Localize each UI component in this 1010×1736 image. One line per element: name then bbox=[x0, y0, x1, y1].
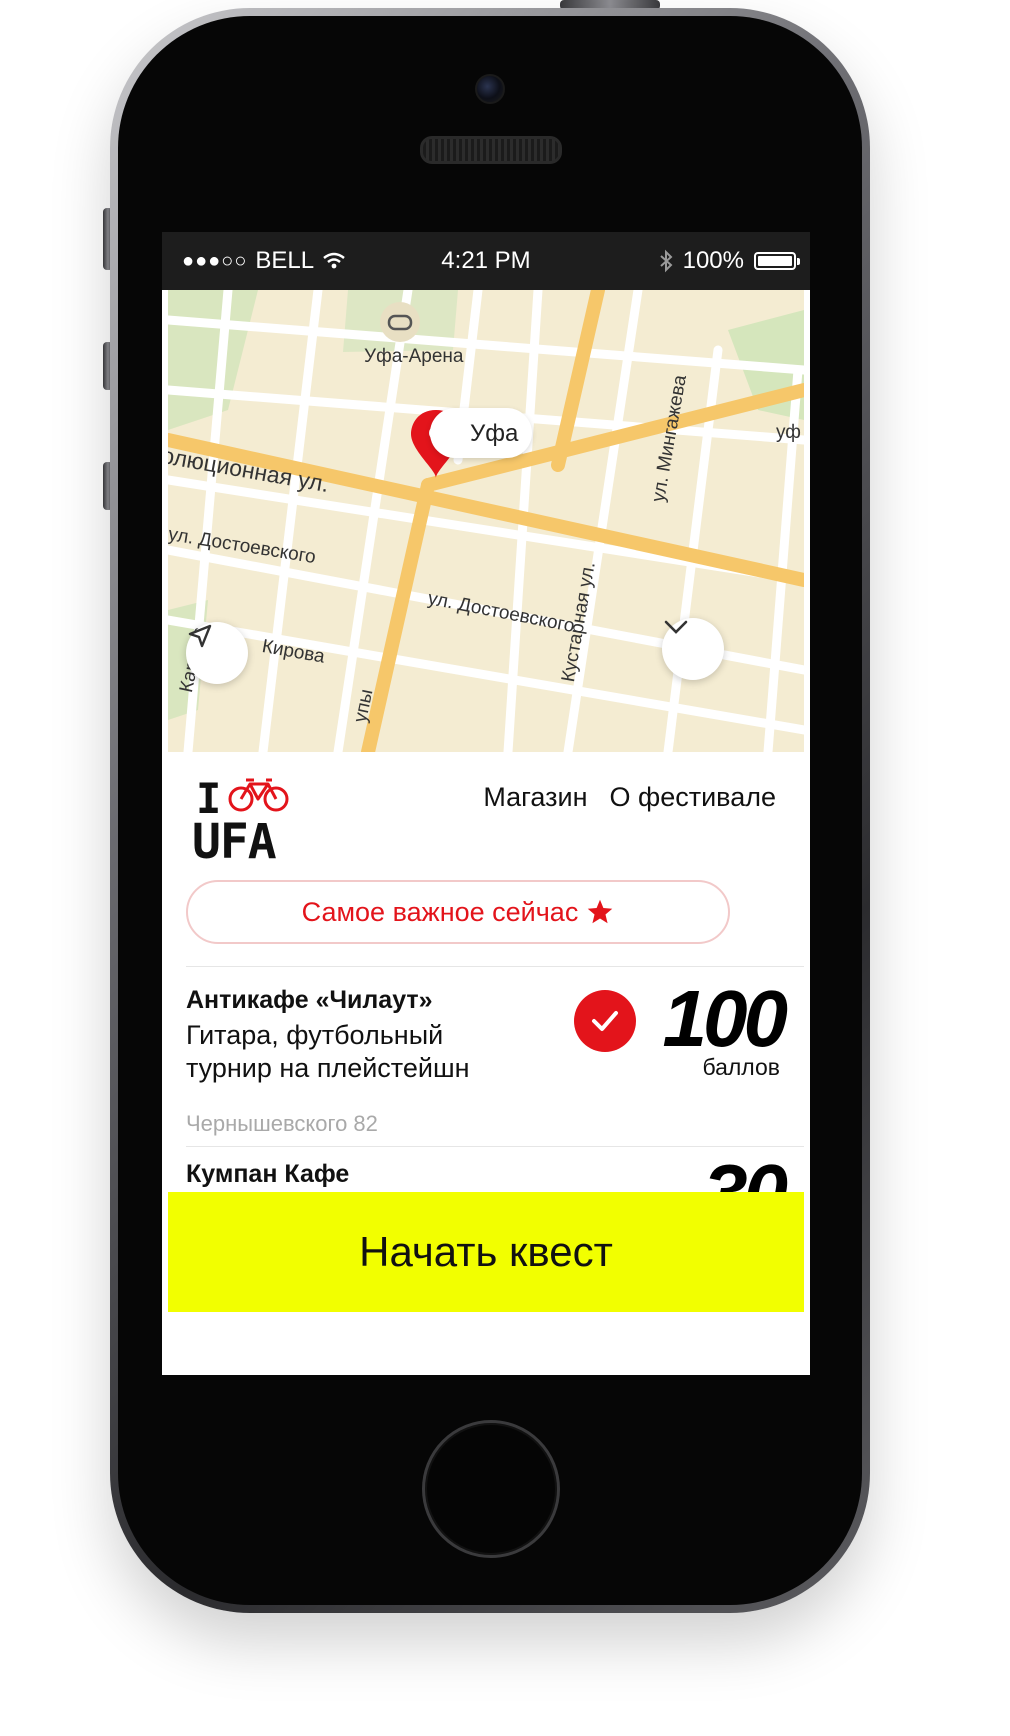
divider bbox=[186, 1146, 804, 1147]
start-quest-label: Начать квест bbox=[359, 1228, 613, 1275]
start-quest-button[interactable]: Начать квест bbox=[168, 1192, 804, 1312]
bicycle-icon bbox=[228, 778, 289, 812]
earpiece-speaker bbox=[420, 136, 562, 164]
list-item[interactable]: Антикафе «Чилаут» Гитара, футбольный тур… bbox=[186, 974, 788, 1136]
important-now-button[interactable]: Самое важное сейчас bbox=[186, 880, 730, 944]
logo-ufa: UFA bbox=[192, 814, 277, 870]
important-now-label: Самое важное сейчас bbox=[301, 896, 579, 927]
city-map[interactable]: Уфа Уфа-Арена олюционная ул. ул. Достоев… bbox=[168, 290, 804, 752]
top-nav: Магазин О фестивале bbox=[483, 782, 776, 813]
bluetooth-icon bbox=[659, 249, 673, 273]
item-description: Гитара, футбольный турнир на плейстейшн bbox=[186, 1020, 470, 1083]
nav-about-link[interactable]: О фестивале bbox=[609, 782, 776, 813]
quest-list-panel: I UFA Магазин О фестивале Самое важное с… bbox=[168, 752, 804, 1237]
points-value: 100 bbox=[662, 974, 789, 1063]
device-mockup: ●●●○○ BELL 4:21 PM 100% Уфа Уфа-Арена ол… bbox=[0, 0, 1010, 1736]
divider bbox=[186, 966, 804, 967]
map-label-uf: уф bbox=[776, 422, 801, 443]
navigation-arrow-icon bbox=[188, 624, 212, 648]
home-button[interactable] bbox=[422, 1420, 560, 1558]
i-bike-ufa-logo[interactable]: I UFA bbox=[192, 768, 312, 870]
nav-shop-link[interactable]: Магазин bbox=[483, 782, 587, 813]
star-icon bbox=[588, 899, 613, 924]
battery-icon bbox=[754, 252, 800, 270]
checkmark-icon bbox=[574, 990, 636, 1052]
my-location-button[interactable] bbox=[186, 622, 248, 684]
collapse-map-button[interactable] bbox=[662, 618, 724, 680]
item-points: 100 баллов bbox=[574, 974, 788, 1086]
item-address: Чернышевского 82 bbox=[186, 1111, 378, 1136]
status-bar: ●●●○○ BELL 4:21 PM 100% bbox=[162, 232, 810, 290]
map-streets bbox=[168, 290, 804, 752]
chevron-down-icon bbox=[664, 620, 688, 634]
front-camera bbox=[475, 74, 505, 104]
location-pin-bubble[interactable]: Уфа bbox=[430, 408, 532, 458]
points-unit: баллов bbox=[702, 1054, 780, 1080]
battery-percent: 100% bbox=[682, 247, 744, 274]
app-screen: ●●●○○ BELL 4:21 PM 100% Уфа Уфа-Арена ол… bbox=[162, 232, 810, 1375]
map-label-arena: Уфа-Арена bbox=[364, 346, 464, 367]
pin-label: Уфа bbox=[470, 420, 519, 447]
